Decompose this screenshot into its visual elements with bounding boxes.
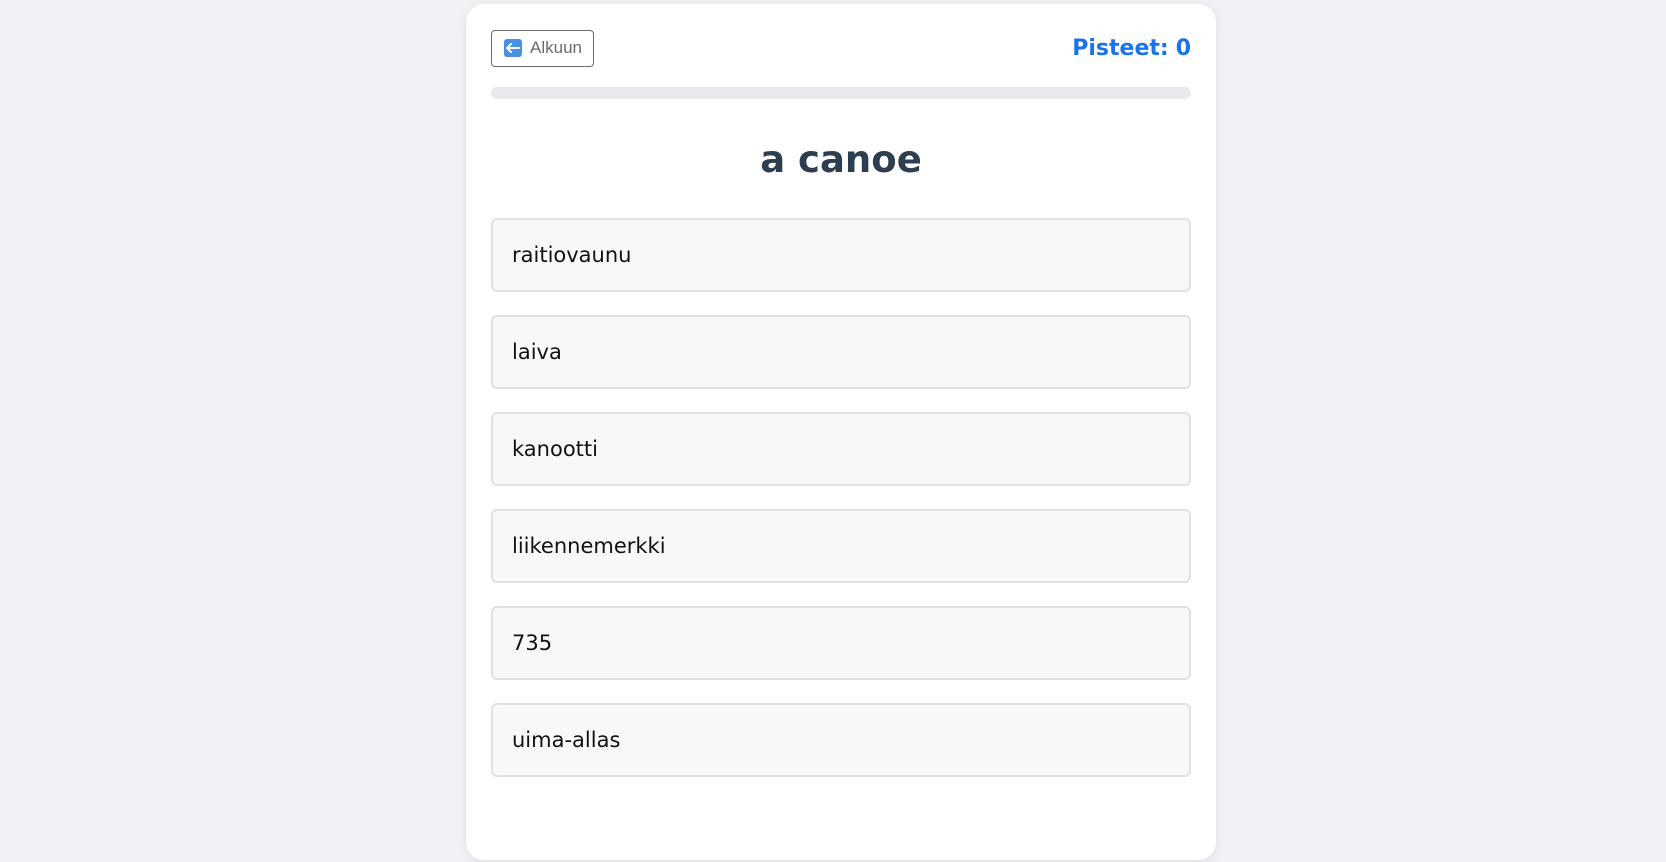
answer-option[interactable]: kanootti [491, 412, 1191, 486]
answer-option-label: liikennemerkki [512, 534, 666, 558]
progress-bar [491, 87, 1191, 99]
answer-option[interactable]: laiva [491, 315, 1191, 389]
top-bar: Alkuun Pisteet: 0 [491, 29, 1191, 67]
answer-option-label: 735 [512, 631, 553, 655]
answer-option[interactable]: raitiovaunu [491, 218, 1191, 292]
answer-option-label: uima-allas [512, 728, 621, 752]
answer-options: raitiovaunu laiva kanootti liikennemerkk… [491, 218, 1191, 800]
score-value: 0 [1175, 35, 1191, 61]
back-to-start-button[interactable]: Alkuun [491, 29, 594, 67]
answer-option-label: kanootti [512, 437, 598, 461]
answer-option[interactable]: 735 [491, 606, 1191, 680]
answer-option-label: laiva [512, 340, 562, 364]
answer-option[interactable]: uima-allas [491, 703, 1191, 777]
question-word: a canoe [760, 138, 922, 181]
quiz-card: Alkuun Pisteet: 0 a canoe raitiovaunu la… [466, 4, 1216, 860]
score-label: Pisteet: [1072, 35, 1169, 61]
answer-option-label: raitiovaunu [512, 243, 632, 267]
score-display: Pisteet: 0 [1072, 36, 1191, 61]
arrow-left-icon [504, 39, 522, 57]
back-button-label: Alkuun [530, 38, 582, 57]
answer-option[interactable]: liikennemerkki [491, 509, 1191, 583]
